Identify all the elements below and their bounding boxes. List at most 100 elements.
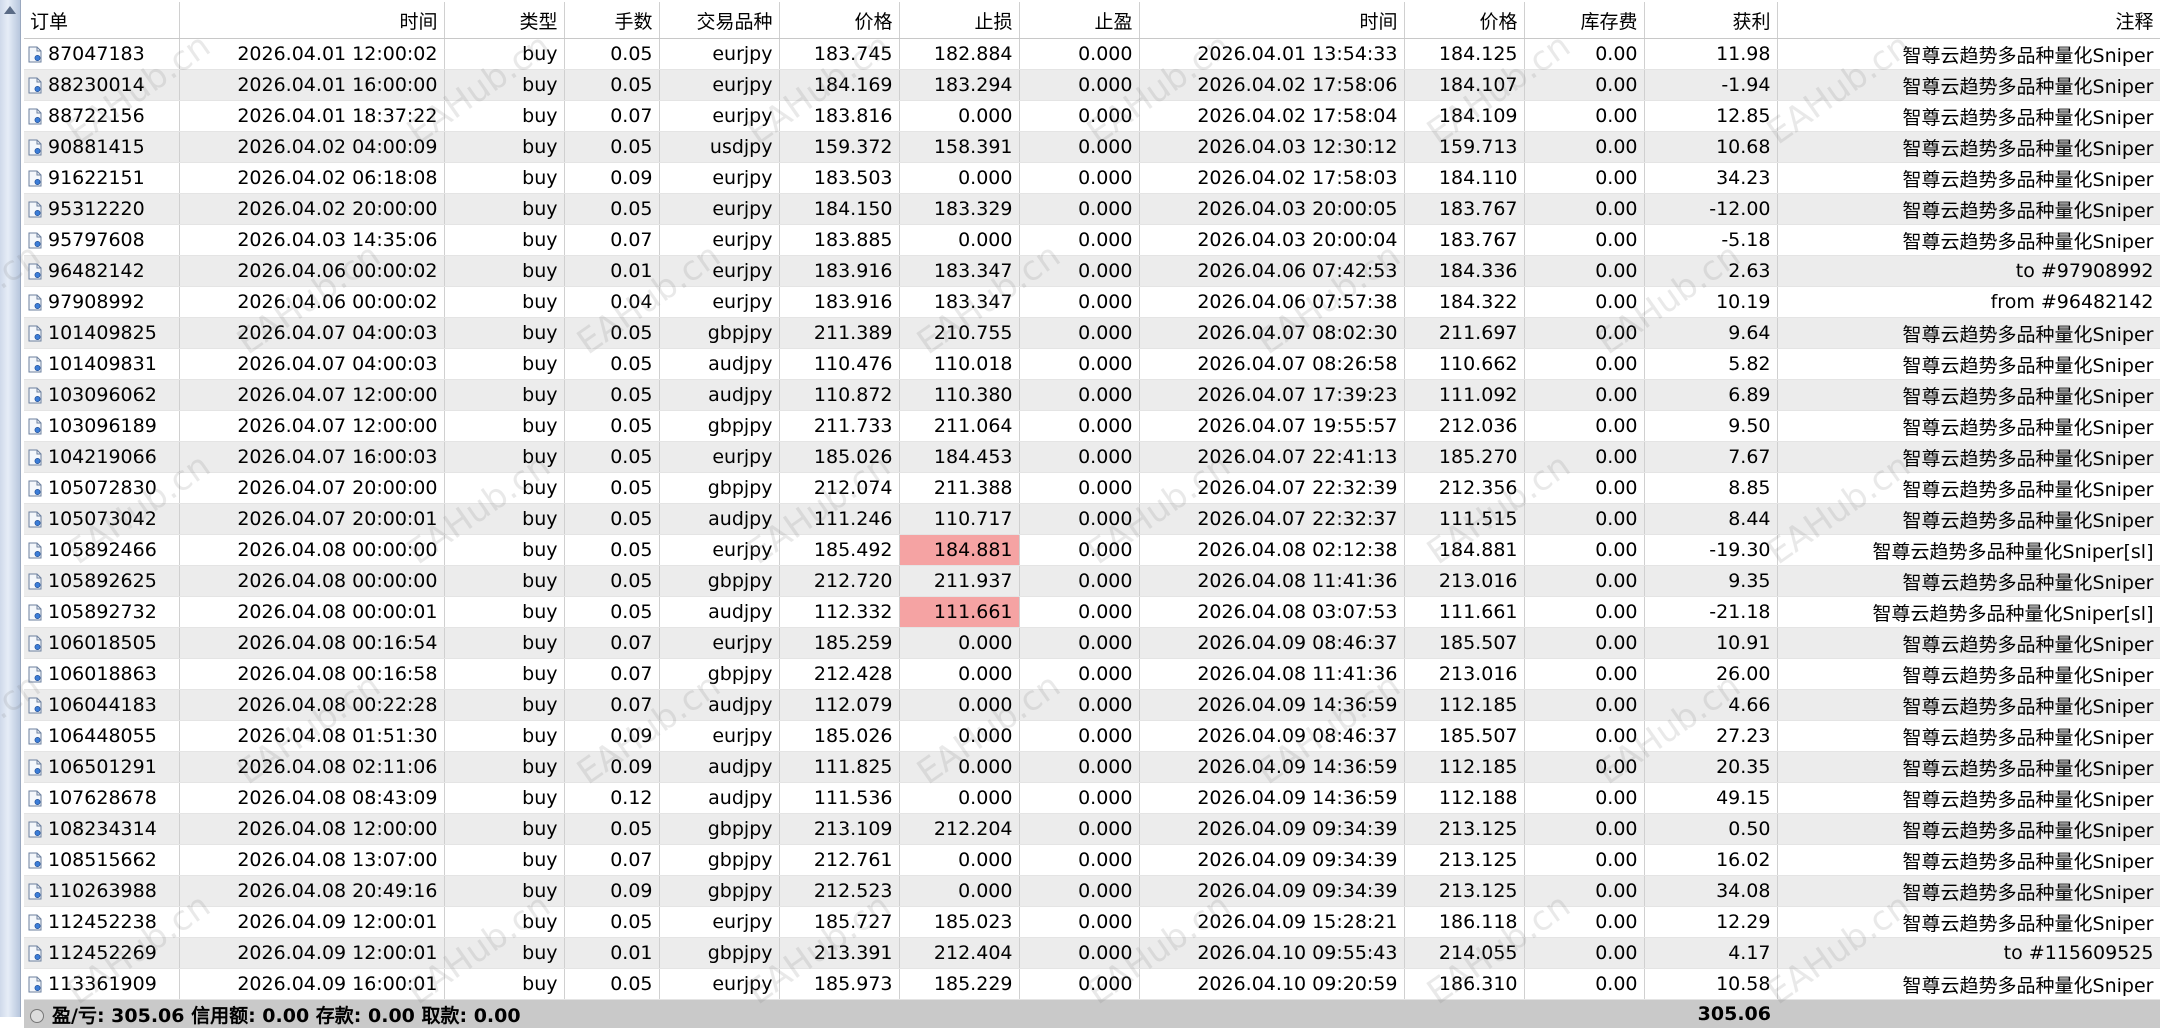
- table-row[interactable]: 964821422026.04.06 00:00:02buy0.01eurjpy…: [24, 256, 2160, 287]
- cell-type: buy: [444, 349, 564, 380]
- column-header-close-price[interactable]: 价格: [1404, 2, 1524, 39]
- table-row[interactable]: 1050730422026.04.07 20:00:01buy0.05audjp…: [24, 504, 2160, 535]
- cell-stop-loss: 185.229: [899, 969, 1019, 1000]
- cell-open-price: 183.885: [779, 225, 899, 256]
- document-icon: [28, 170, 42, 187]
- cell-close-price: 186.118: [1404, 907, 1524, 938]
- column-header-comment[interactable]: 注释: [1777, 2, 2160, 39]
- cell-close-time: 2026.04.08 03:07:53: [1139, 597, 1404, 628]
- column-header-symbol[interactable]: 交易品种: [659, 2, 779, 39]
- cell-open-time: 2026.04.08 20:49:16: [179, 876, 444, 907]
- table-row[interactable]: 1082343142026.04.08 12:00:00buy0.05gbpjp…: [24, 814, 2160, 845]
- column-header-swap[interactable]: 库存费: [1524, 2, 1644, 39]
- table-row[interactable]: 1058927322026.04.08 00:00:01buy0.05audjp…: [24, 597, 2160, 628]
- cell-profit: 12.85: [1644, 101, 1777, 132]
- table-row[interactable]: 1030961892026.04.07 12:00:00buy0.05gbpjp…: [24, 411, 2160, 442]
- cell-close-time: 2026.04.07 08:02:30: [1139, 318, 1404, 349]
- cell-stop-loss: 211.388: [899, 473, 1019, 504]
- cell-comment: 智尊云趋势多品种量化Sniper: [1777, 752, 2160, 783]
- cell-comment: to #115609525: [1777, 938, 2160, 969]
- cell-volume: 0.09: [564, 752, 659, 783]
- document-icon: [28, 728, 42, 745]
- table-row[interactable]: 1058926252026.04.08 00:00:00buy0.05gbpjp…: [24, 566, 2160, 597]
- table-row[interactable]: 1060185052026.04.08 00:16:54buy0.07eurjp…: [24, 628, 2160, 659]
- cell-volume: 0.05: [564, 442, 659, 473]
- cell-symbol: eurjpy: [659, 194, 779, 225]
- table-row[interactable]: 1065012912026.04.08 02:11:06buy0.09audjp…: [24, 752, 2160, 783]
- cell-profit: 12.29: [1644, 907, 1777, 938]
- column-header-volume[interactable]: 手数: [564, 2, 659, 39]
- table-row[interactable]: 1064480552026.04.08 01:51:30buy0.09eurjp…: [24, 721, 2160, 752]
- cell-open-time: 2026.04.09 12:00:01: [179, 907, 444, 938]
- table-row[interactable]: 1124522692026.04.09 12:00:01buy0.01gbpjp…: [24, 938, 2160, 969]
- table-row[interactable]: 908814152026.04.02 04:00:09buy0.05usdjpy…: [24, 132, 2160, 163]
- cell-stop-loss: 0.000: [899, 101, 1019, 132]
- cell-type: buy: [444, 287, 564, 318]
- document-icon: [28, 511, 42, 528]
- column-header-stop-loss[interactable]: 止损: [899, 2, 1019, 39]
- table-row[interactable]: 1050728302026.04.07 20:00:00buy0.05gbpjp…: [24, 473, 2160, 504]
- cell-stop-loss: 182.884: [899, 39, 1019, 70]
- table-row[interactable]: 1060441832026.04.08 00:22:28buy0.07audjp…: [24, 690, 2160, 721]
- cell-swap: 0.00: [1524, 938, 1644, 969]
- order-id: 96482142: [48, 260, 145, 282]
- cell-order: 95312220: [24, 194, 179, 225]
- cell-open-time: 2026.04.09 16:00:01: [179, 969, 444, 1000]
- column-header-open-price[interactable]: 价格: [779, 2, 899, 39]
- table-row[interactable]: 882300142026.04.01 16:00:00buy0.05eurjpy…: [24, 70, 2160, 101]
- cell-stop-loss: 0.000: [899, 845, 1019, 876]
- cell-profit: 5.82: [1644, 349, 1777, 380]
- cell-close-time: 2026.04.03 12:30:12: [1139, 132, 1404, 163]
- cell-take-profit: 0.000: [1019, 969, 1139, 1000]
- column-header-order[interactable]: 订单: [24, 2, 179, 39]
- table-row[interactable]: 1014098252026.04.07 04:00:03buy0.05gbpjp…: [24, 318, 2160, 349]
- table-row[interactable]: 1124522382026.04.09 12:00:01buy0.05eurjp…: [24, 907, 2160, 938]
- cell-order: 88230014: [24, 70, 179, 101]
- table-row[interactable]: 870471832026.04.01 12:00:02buy0.05eurjpy…: [24, 39, 2160, 70]
- table-row[interactable]: 953122202026.04.02 20:00:00buy0.05eurjpy…: [24, 194, 2160, 225]
- column-header-profit[interactable]: 获利: [1644, 2, 1777, 39]
- cell-close-time: 2026.04.01 13:54:33: [1139, 39, 1404, 70]
- cell-open-price: 111.246: [779, 504, 899, 535]
- cell-close-price: 184.881: [1404, 535, 1524, 566]
- cell-close-time: 2026.04.09 14:36:59: [1139, 752, 1404, 783]
- table-row[interactable]: 916221512026.04.02 06:18:08buy0.09eurjpy…: [24, 163, 2160, 194]
- cell-close-price: 212.036: [1404, 411, 1524, 442]
- cell-take-profit: 0.000: [1019, 845, 1139, 876]
- cell-swap: 0.00: [1524, 628, 1644, 659]
- cell-open-time: 2026.04.09 12:00:01: [179, 938, 444, 969]
- cell-close-time: 2026.04.02 17:58:03: [1139, 163, 1404, 194]
- document-icon: [28, 232, 42, 249]
- column-header-close-time[interactable]: 时间: [1139, 2, 1404, 39]
- cell-close-price: 185.507: [1404, 721, 1524, 752]
- table-row[interactable]: 979089922026.04.06 00:00:02buy0.04eurjpy…: [24, 287, 2160, 318]
- table-row[interactable]: 1102639882026.04.08 20:49:16buy0.09gbpjp…: [24, 876, 2160, 907]
- cell-take-profit: 0.000: [1019, 690, 1139, 721]
- table-row[interactable]: 1060188632026.04.08 00:16:58buy0.07gbpjp…: [24, 659, 2160, 690]
- cell-take-profit: 0.000: [1019, 628, 1139, 659]
- cell-symbol: eurjpy: [659, 907, 779, 938]
- cell-type: buy: [444, 690, 564, 721]
- cell-volume: 0.05: [564, 39, 659, 70]
- cell-open-price: 213.109: [779, 814, 899, 845]
- table-row[interactable]: 1014098312026.04.07 04:00:03buy0.05audjp…: [24, 349, 2160, 380]
- table-row[interactable]: 1076286782026.04.08 08:43:09buy0.12audjp…: [24, 783, 2160, 814]
- table-row[interactable]: 1133619092026.04.09 16:00:01buy0.05eurjp…: [24, 969, 2160, 1000]
- column-header-open-time[interactable]: 时间: [179, 2, 444, 39]
- cell-type: buy: [444, 194, 564, 225]
- cell-open-price: 212.428: [779, 659, 899, 690]
- table-row[interactable]: 1058924662026.04.08 00:00:00buy0.05eurjp…: [24, 535, 2160, 566]
- collapse-arrow-icon[interactable]: [4, 6, 16, 14]
- table-row[interactable]: 887221562026.04.01 18:37:22buy0.07eurjpy…: [24, 101, 2160, 132]
- cell-volume: 0.05: [564, 597, 659, 628]
- cell-open-price: 184.150: [779, 194, 899, 225]
- column-header-type[interactable]: 类型: [444, 2, 564, 39]
- cell-volume: 0.07: [564, 225, 659, 256]
- table-row[interactable]: 1085156622026.04.08 13:07:00buy0.07gbpjp…: [24, 845, 2160, 876]
- table-row[interactable]: 957976082026.04.03 14:35:06buy0.07eurjpy…: [24, 225, 2160, 256]
- column-header-take-profit[interactable]: 止盈: [1019, 2, 1139, 39]
- table-row[interactable]: 1030960622026.04.07 12:00:00buy0.05audjp…: [24, 380, 2160, 411]
- cell-open-time: 2026.04.08 02:11:06: [179, 752, 444, 783]
- cell-comment: to #97908992: [1777, 256, 2160, 287]
- table-row[interactable]: 1042190662026.04.07 16:00:03buy0.05eurjp…: [24, 442, 2160, 473]
